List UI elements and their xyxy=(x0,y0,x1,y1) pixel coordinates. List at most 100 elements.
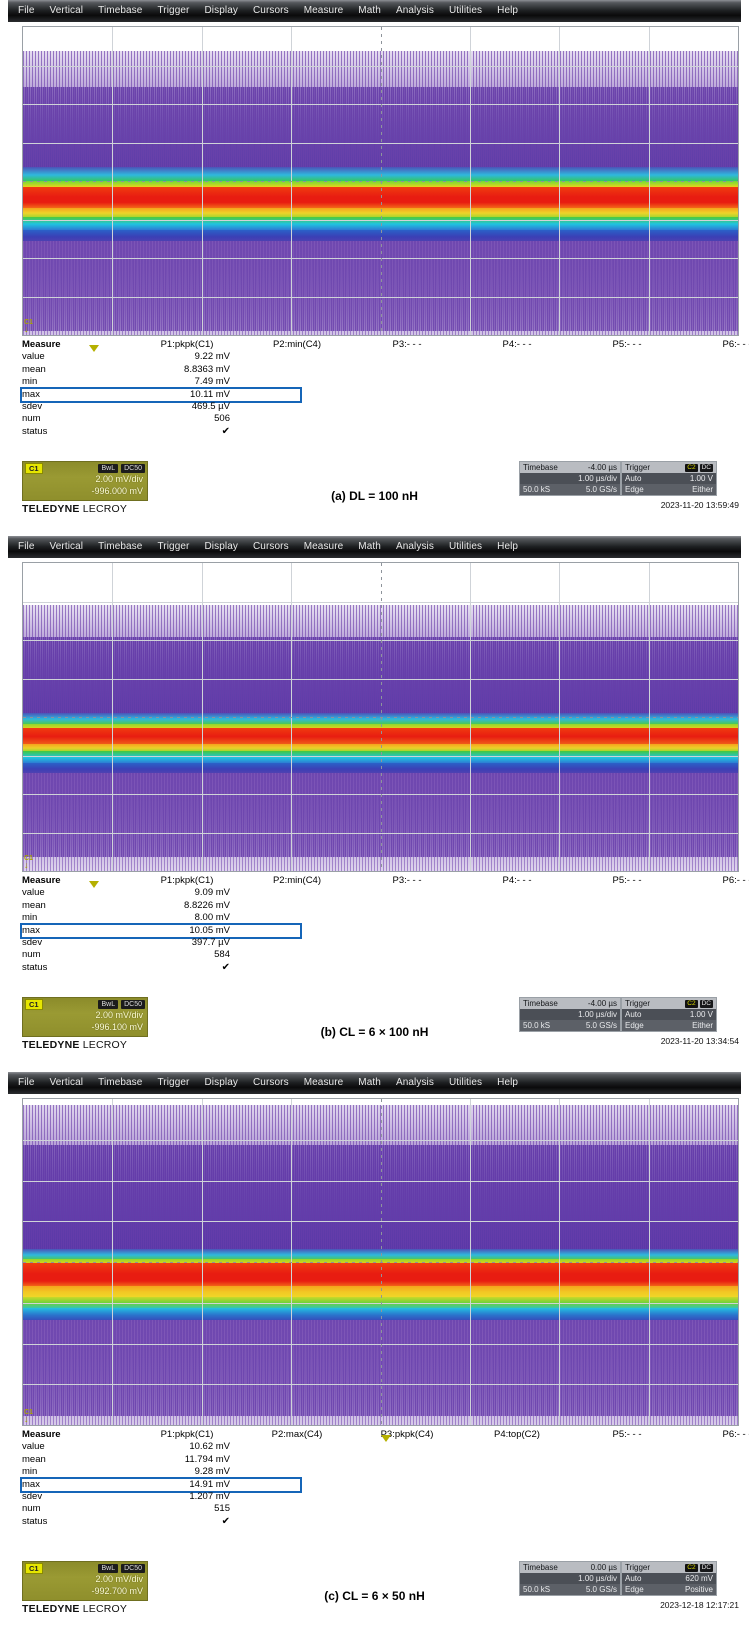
menu-item-math[interactable]: Math xyxy=(358,542,381,552)
trigger-title: Trigger xyxy=(625,462,650,473)
waveform-grid-b[interactable]: C1 ↓ xyxy=(22,562,739,872)
measure-col-header-p6[interactable]: P6:- - - xyxy=(682,875,749,887)
menu-item-trigger[interactable]: Trigger xyxy=(157,542,189,552)
menu-item-utilities[interactable]: Utilities xyxy=(449,6,482,16)
measure-row-min: min 8.00 mV xyxy=(22,912,749,924)
timebase-box-b[interactable]: Timebase -4.00 µs 1.00 µs/div 50.0 kS 5.… xyxy=(519,997,621,1032)
bandwidth-limit-tag[interactable]: BwL xyxy=(98,1000,118,1009)
trigger-position-arrow-b[interactable] xyxy=(89,881,99,888)
menu-item-utilities[interactable]: Utilities xyxy=(449,542,482,552)
menu-item-cursors[interactable]: Cursors xyxy=(253,1078,289,1088)
measure-col-header-p3[interactable]: P3:pkpk(C4) xyxy=(352,1429,462,1441)
menu-item-analysis[interactable]: Analysis xyxy=(396,6,434,16)
measure-col-header-p2[interactable]: P2:min(C4) xyxy=(242,875,352,887)
measure-cell-p1: 397.7 µV xyxy=(132,937,242,949)
trigger-slope: Either xyxy=(692,1020,713,1031)
measure-col-header-p2[interactable]: P2:max(C4) xyxy=(242,1429,352,1441)
menu-item-display[interactable]: Display xyxy=(204,1078,238,1088)
trigger-box-b[interactable]: Trigger C2 DC Auto 1.00 V Edge Either xyxy=(621,997,717,1032)
menu-item-help[interactable]: Help xyxy=(497,6,518,16)
measure-row-label: value xyxy=(22,1441,132,1453)
menu-item-analysis[interactable]: Analysis xyxy=(396,1078,434,1088)
menu-bar-c[interactable]: File Vertical Timebase Trigger Display C… xyxy=(8,1072,741,1094)
menu-item-cursors[interactable]: Cursors xyxy=(253,542,289,552)
measure-col-header-p4[interactable]: P4:- - - xyxy=(462,875,572,887)
measure-row-min: min 7.49 mV xyxy=(22,376,749,388)
trigger-box-c[interactable]: Trigger C2 DC Auto 620 mV Edge Positive xyxy=(621,1561,717,1596)
coupling-tag[interactable]: DC50 xyxy=(121,464,145,473)
measure-row-value: value 9.09 mV xyxy=(22,887,749,899)
menu-item-math[interactable]: Math xyxy=(358,1078,381,1088)
timebase-box-a[interactable]: Timebase -4.00 µs 1.00 µs/div 50.0 kS 5.… xyxy=(519,461,621,496)
coupling-tag[interactable]: DC50 xyxy=(121,1564,145,1573)
menu-item-vertical[interactable]: Vertical xyxy=(50,6,84,16)
trigger-box-a[interactable]: Trigger C2 DC Auto 1.00 V Edge Either xyxy=(621,461,717,496)
menu-item-timebase[interactable]: Timebase xyxy=(98,1078,142,1088)
menu-item-display[interactable]: Display xyxy=(204,542,238,552)
menu-item-utilities[interactable]: Utilities xyxy=(449,1078,482,1088)
bandwidth-limit-tag[interactable]: BwL xyxy=(98,464,118,473)
measure-col-header-p2[interactable]: P2:min(C4) xyxy=(242,339,352,351)
measure-row-label: num xyxy=(22,413,132,425)
menu-item-measure[interactable]: Measure xyxy=(304,542,344,552)
status-bar-a: Timebase -4.00 µs 1.00 µs/div 50.0 kS 5.… xyxy=(519,461,717,496)
menu-item-display[interactable]: Display xyxy=(204,6,238,16)
measure-col-header-p3[interactable]: P3:- - - xyxy=(352,339,462,351)
measure-col-header-p3[interactable]: P3:- - - xyxy=(352,875,462,887)
measure-col-header-p1[interactable]: P1:pkpk(C1) xyxy=(132,339,242,351)
measure-col-header-p6[interactable]: P6:- - - xyxy=(682,1429,749,1441)
menu-item-measure[interactable]: Measure xyxy=(304,6,344,16)
measure-row-status: status ✔ xyxy=(22,1516,749,1528)
measure-col-header-p4[interactable]: P4:top(C2) xyxy=(462,1429,572,1441)
menu-item-vertical[interactable]: Vertical xyxy=(50,542,84,552)
waveform-grid-c[interactable]: C1 ↓ xyxy=(22,1098,739,1426)
measure-col-header-p1[interactable]: P1:pkpk(C1) xyxy=(132,875,242,887)
bandwidth-limit-tag[interactable]: BwL xyxy=(98,1564,118,1573)
menu-item-file[interactable]: File xyxy=(18,6,35,16)
measure-row-label: sdev xyxy=(22,401,132,413)
measure-row-max-highlighted[interactable]: max 14.91 mV xyxy=(22,1479,300,1491)
trigger-position-arrow-c[interactable] xyxy=(381,1435,391,1442)
measure-col-header-p5[interactable]: P5:- - - xyxy=(572,875,682,887)
channel-vertical-scale[interactable]: 2.00 mV/div xyxy=(23,1573,147,1585)
scope-capture-page: File Vertical Timebase Trigger Display C… xyxy=(0,0,749,1628)
menu-item-measure[interactable]: Measure xyxy=(304,1078,344,1088)
menu-item-vertical[interactable]: Vertical xyxy=(50,1078,84,1088)
coupling-tag[interactable]: DC50 xyxy=(121,1000,145,1009)
menu-item-math[interactable]: Math xyxy=(358,6,381,16)
measure-row-max-highlighted[interactable]: max 10.11 mV xyxy=(22,389,300,401)
menu-item-timebase[interactable]: Timebase xyxy=(98,6,142,16)
menu-item-file[interactable]: File xyxy=(18,542,35,552)
trigger-position-arrow-a[interactable] xyxy=(89,345,99,352)
menu-bar-b[interactable]: File Vertical Timebase Trigger Display C… xyxy=(8,536,741,558)
brand-logo-b: TELEDYNE LECROY xyxy=(22,1039,127,1051)
measure-col-header-p6[interactable]: P6:- - - xyxy=(682,339,749,351)
menu-item-analysis[interactable]: Analysis xyxy=(396,542,434,552)
measure-col-header-p5[interactable]: P5:- - - xyxy=(572,1429,682,1441)
measure-row-label: status xyxy=(22,1516,132,1528)
measure-row-max-highlighted[interactable]: max 10.05 mV xyxy=(22,925,300,937)
menu-bar-a[interactable]: File Vertical Timebase Trigger Display C… xyxy=(8,0,741,22)
channel-offset-marker-a[interactable]: C1 ↓ xyxy=(24,319,37,333)
menu-item-trigger[interactable]: Trigger xyxy=(157,6,189,16)
timebase-box-c[interactable]: Timebase 0.00 µs 1.00 µs/div 50.0 kS 5.0… xyxy=(519,1561,621,1596)
menu-item-help[interactable]: Help xyxy=(497,542,518,552)
measure-col-header-p4[interactable]: P4:- - - xyxy=(462,339,572,351)
trigger-slope: Either xyxy=(692,484,713,495)
channel-offset-marker-b[interactable]: C1 ↓ xyxy=(24,855,37,869)
measure-row-num: num 506 xyxy=(22,413,749,425)
menu-item-trigger[interactable]: Trigger xyxy=(157,1078,189,1088)
measure-col-header-p5[interactable]: P5:- - - xyxy=(572,339,682,351)
channel-offset-marker-c[interactable]: C1 ↓ xyxy=(24,1409,37,1423)
measure-cell-p1: 1.207 mV xyxy=(132,1491,242,1503)
trigger-level: 620 mV xyxy=(685,1573,713,1584)
waveform-grid-a[interactable]: C1 ↓ xyxy=(22,26,739,336)
channel-vertical-scale[interactable]: 2.00 mV/div xyxy=(23,1009,147,1021)
menu-item-cursors[interactable]: Cursors xyxy=(253,6,289,16)
measure-col-header-p1[interactable]: P1:pkpk(C1) xyxy=(132,1429,242,1441)
measure-title: Measure xyxy=(22,1429,132,1441)
menu-item-file[interactable]: File xyxy=(18,1078,35,1088)
menu-item-timebase[interactable]: Timebase xyxy=(98,542,142,552)
channel-vertical-scale[interactable]: 2.00 mV/div xyxy=(23,473,147,485)
menu-item-help[interactable]: Help xyxy=(497,1078,518,1088)
